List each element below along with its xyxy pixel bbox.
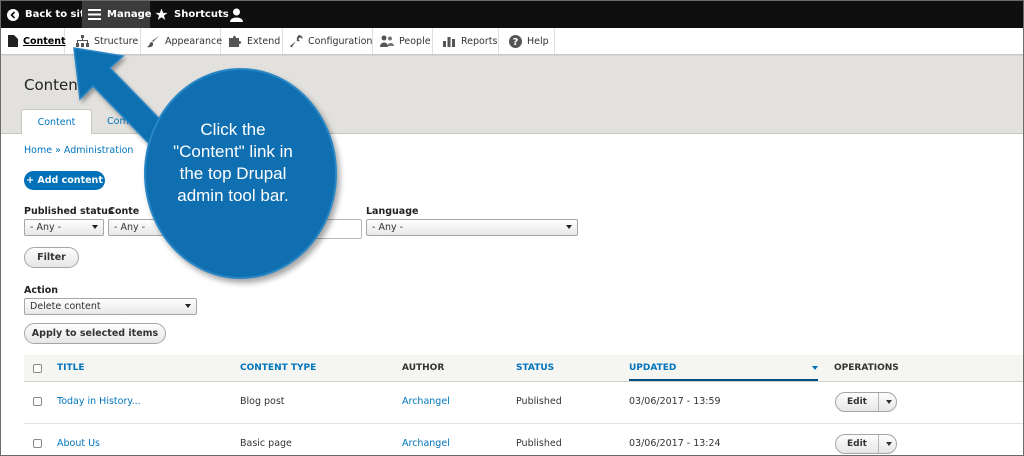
callout-line: "Content" link in: [173, 142, 293, 161]
callout-line: admin tool bar.: [177, 186, 289, 205]
screenshot-frame: Back to site Manage Shortcuts Content St…: [0, 0, 1024, 456]
callout-text: Click the "Content" link in the top Drup…: [147, 119, 319, 207]
callout-arrow: [73, 47, 183, 161]
callout-line: the top Drupal: [179, 164, 287, 183]
callout-line: Click the: [200, 120, 266, 139]
